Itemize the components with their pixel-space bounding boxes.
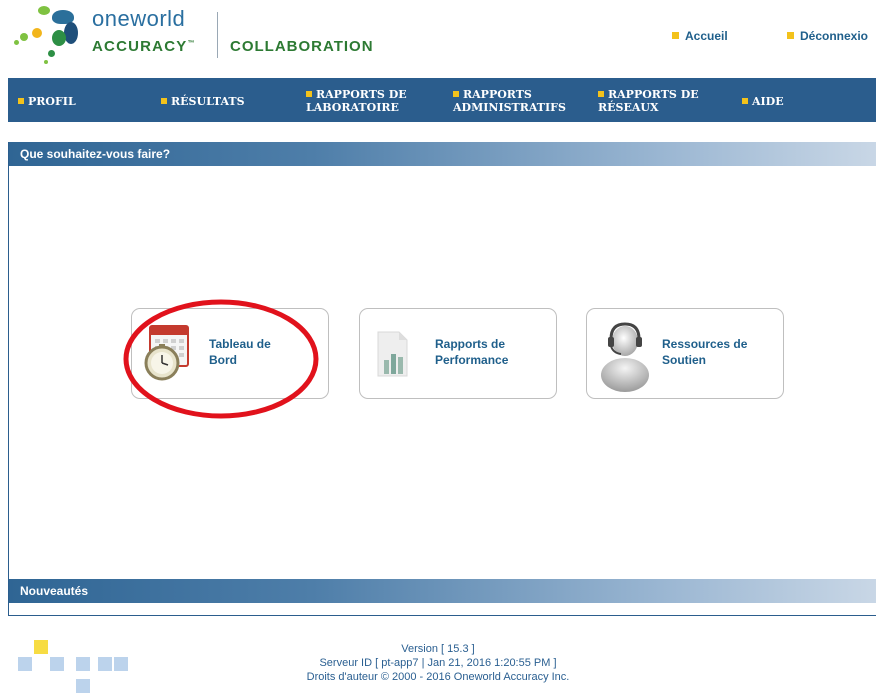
brand-oneworld: oneworld	[92, 6, 186, 31]
logo-mark-icon	[12, 2, 82, 68]
main-panel: Que souhaitez-vous faire? Tableau de Bord	[8, 142, 876, 616]
home-link[interactable]: Accueil	[672, 29, 728, 43]
brand-collaboration: COLLABORATION	[230, 38, 374, 55]
brand-divider	[217, 12, 218, 58]
nav-rapports-laboratoire[interactable]: RAPPORTS DE LABORATOIRE	[306, 88, 407, 114]
nav-rapports-reseaux[interactable]: RAPPORTS DE RÉSEAUX	[598, 88, 699, 114]
bullet-icon	[18, 98, 24, 104]
question-header: Que souhaitez-vous faire?	[9, 142, 876, 166]
bullet-icon	[598, 91, 604, 97]
report-chart-icon	[377, 331, 408, 377]
footer-version: Version [ 15.3 ]	[401, 643, 475, 655]
footer-copyright: Droits d'auteur © 2000 - 2016 Oneworld A…	[306, 671, 570, 683]
brand-accuracy: ACCURACY™	[92, 38, 196, 55]
nav-profil[interactable]: PROFIL	[18, 95, 76, 108]
performance-reports-card-label: Rapports de Performance	[435, 337, 509, 367]
performance-reports-card[interactable]: Rapports de Performance	[359, 308, 557, 399]
bullet-icon	[453, 91, 459, 97]
nav-resultats[interactable]: RÉSULTATS	[161, 95, 245, 108]
bullet-icon	[161, 98, 167, 104]
bullet-icon	[742, 98, 748, 104]
logout-link[interactable]: Déconnexio	[787, 29, 868, 43]
support-resources-card-label: Ressources de Soutien	[662, 337, 748, 367]
highlight-circle	[123, 299, 319, 419]
logo[interactable]: oneworld ACCURACY™ COLLABORATION	[12, 2, 412, 68]
bullet-icon	[787, 32, 794, 39]
news-header: Nouveautés	[9, 579, 876, 603]
nav-rapports-administratifs[interactable]: RAPPORTS ADMINISTRATIFS	[453, 88, 566, 114]
support-resources-card[interactable]: Ressources de Soutien	[586, 308, 784, 399]
footer-server: Serveur ID [ pt-app7 | Jan 21, 2016 1:20…	[319, 657, 557, 669]
bullet-icon	[306, 91, 312, 97]
support-headset-icon	[601, 322, 649, 392]
main-nav: PROFIL RÉSULTATS RAPPORTS DE LABORATOIRE …	[8, 78, 876, 122]
bullet-icon	[672, 32, 679, 39]
panel-bottom-line	[9, 615, 876, 616]
nav-aide[interactable]: AIDE	[742, 95, 784, 108]
